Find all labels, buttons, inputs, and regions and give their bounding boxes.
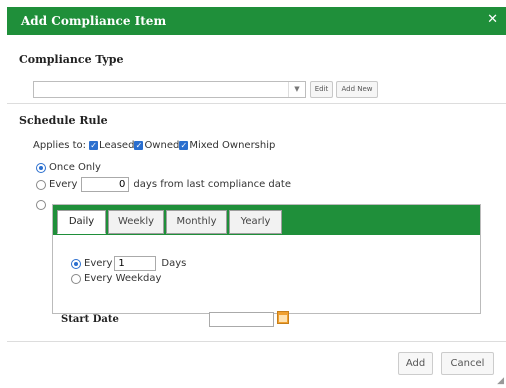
tab-yearly[interactable]: Yearly	[229, 210, 282, 234]
daily-every-radio[interactable]	[71, 258, 81, 269]
compliance-type-select[interactable]: ▼	[33, 81, 306, 98]
once-only-label: Once Only	[49, 162, 101, 173]
start-date-input[interactable]	[209, 312, 274, 327]
daily-days-label: Days	[161, 258, 187, 269]
cancel-button[interactable]: Cancel	[441, 352, 494, 375]
tab-daily[interactable]: Daily	[57, 210, 106, 234]
recurrence-radio[interactable]	[36, 200, 46, 210]
compliance-type-heading: Compliance Type	[19, 53, 124, 66]
every-days-suffix: days from last compliance date	[133, 179, 291, 190]
every-weekday-row: Every Weekday	[71, 273, 161, 284]
recurrence-tabbar: Daily Weekly Monthly Yearly	[53, 205, 480, 235]
daily-every-input[interactable]	[114, 256, 157, 271]
add-button[interactable]: Add	[398, 352, 433, 375]
recurrence-panel: Daily Weekly Monthly Yearly Every Days E…	[52, 204, 481, 314]
calendar-icon[interactable]	[277, 311, 289, 324]
footer-divider	[7, 341, 506, 342]
applies-to-label: Applies to:	[33, 140, 87, 151]
leased-label: Leased	[99, 140, 135, 151]
edit-button[interactable]: Edit	[310, 81, 333, 98]
every-weekday-label: Every Weekday	[84, 273, 162, 284]
start-date-label: Start Date	[61, 314, 119, 325]
close-icon[interactable]: ✕	[487, 12, 498, 27]
mixed-ownership-label: Mixed Ownership	[189, 140, 276, 151]
recurrence-row	[36, 200, 49, 210]
every-days-input[interactable]	[81, 177, 130, 192]
dialog-titlebar: Add Compliance Item ✕	[7, 7, 506, 35]
add-new-button[interactable]: Add New	[336, 81, 378, 98]
daily-every-label: Every	[84, 258, 113, 269]
every-days-radio[interactable]	[36, 179, 46, 190]
every-days-label: Every	[49, 179, 78, 190]
leased-checkbox[interactable]: ✓	[89, 141, 99, 150]
chevron-down-icon[interactable]: ▼	[288, 82, 305, 97]
tab-monthly[interactable]: Monthly	[166, 210, 227, 234]
tab-weekly[interactable]: Weekly	[108, 210, 164, 234]
owned-label: Owned	[144, 140, 180, 151]
every-weekday-radio[interactable]	[71, 273, 81, 284]
divider	[7, 103, 506, 104]
daily-every-row: Every Days	[71, 256, 186, 271]
applies-to-row: Applies to: ✓ Leased ✓ Owned ✓ Mixed Own…	[33, 140, 275, 151]
once-only-radio[interactable]	[36, 162, 46, 173]
resize-grip-icon[interactable]: ◢	[497, 376, 504, 386]
schedule-rule-heading: Schedule Rule	[19, 114, 108, 127]
owned-checkbox[interactable]: ✓	[134, 141, 144, 150]
every-days-row: Every days from last compliance date	[36, 177, 291, 192]
mixed-ownership-checkbox[interactable]: ✓	[179, 141, 189, 150]
dialog-title: Add Compliance Item	[21, 14, 167, 28]
once-only-row: Once Only	[36, 162, 101, 173]
